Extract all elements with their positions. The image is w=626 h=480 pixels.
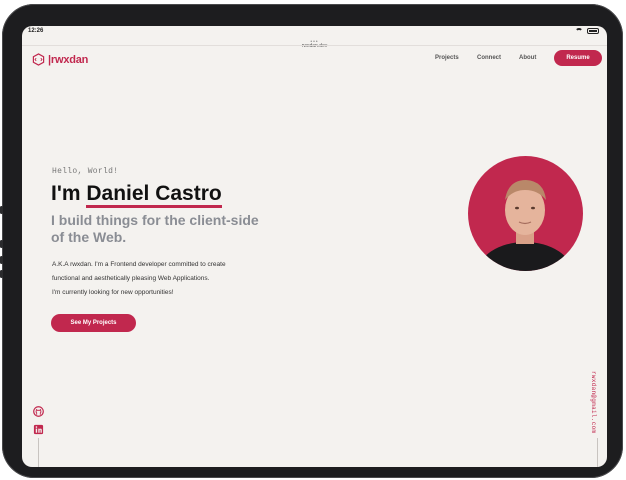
logo-text: |rwxdan xyxy=(48,53,89,66)
social-line xyxy=(38,438,39,467)
subtitle-line-1: I build things for the client-side xyxy=(51,212,259,228)
desc-line-2: functional and aesthetically pleasing We… xyxy=(52,275,210,282)
status-bar: 12:26 xyxy=(22,26,607,37)
status-time: 12:26 xyxy=(28,28,44,34)
avatar-portrait xyxy=(477,180,573,271)
volume-button-top xyxy=(0,206,3,214)
avatar xyxy=(468,156,583,271)
tablet-frame: 12:26 ••• rwxdan.dev |rwxdan Projects Co… xyxy=(0,4,623,478)
desc-line-1: A.K.A rwxdan. I'm a Frontend developer c… xyxy=(52,261,226,268)
wifi-icon xyxy=(575,28,583,34)
email-line xyxy=(597,438,598,467)
hero-greeting: Hello, World! xyxy=(52,167,119,176)
volume-button-low xyxy=(0,256,3,264)
volume-button-mid xyxy=(0,240,3,248)
hero-name: Daniel Castro xyxy=(86,182,222,208)
subtitle-line-2: of the Web. xyxy=(51,229,127,245)
email-link[interactable]: rwxdan@gmail.com xyxy=(590,371,597,433)
resume-button[interactable]: Resume xyxy=(554,50,602,66)
volume-button-bottom xyxy=(0,270,3,278)
hero-subtitle: I build things for the client-side of th… xyxy=(51,212,351,246)
nav-projects[interactable]: Projects xyxy=(435,55,459,61)
battery-icon xyxy=(587,28,599,34)
linkedin-icon[interactable] xyxy=(33,424,44,435)
site-logo[interactable]: |rwxdan xyxy=(32,53,88,66)
browser-bar[interactable]: ••• rwxdan.dev xyxy=(22,37,607,50)
see-projects-button[interactable]: See My Projects xyxy=(51,314,136,332)
status-icons xyxy=(575,28,599,34)
logo-hexagon-icon xyxy=(32,53,45,66)
nav-connect[interactable]: Connect xyxy=(477,55,501,61)
hero-title: I'm Daniel Castro xyxy=(51,182,222,208)
desc-line-3: I'm currently looking for new opportunit… xyxy=(52,289,174,296)
nav-about[interactable]: About xyxy=(519,55,536,61)
hero-im: I'm xyxy=(51,182,87,205)
screen: 12:26 ••• rwxdan.dev |rwxdan Projects Co… xyxy=(22,26,607,467)
url-text[interactable]: rwxdan.dev xyxy=(22,43,607,49)
header-divider xyxy=(22,45,607,46)
github-icon[interactable] xyxy=(33,406,44,417)
hero-description: A.K.A rwxdan. I'm a Frontend developer c… xyxy=(52,258,312,300)
